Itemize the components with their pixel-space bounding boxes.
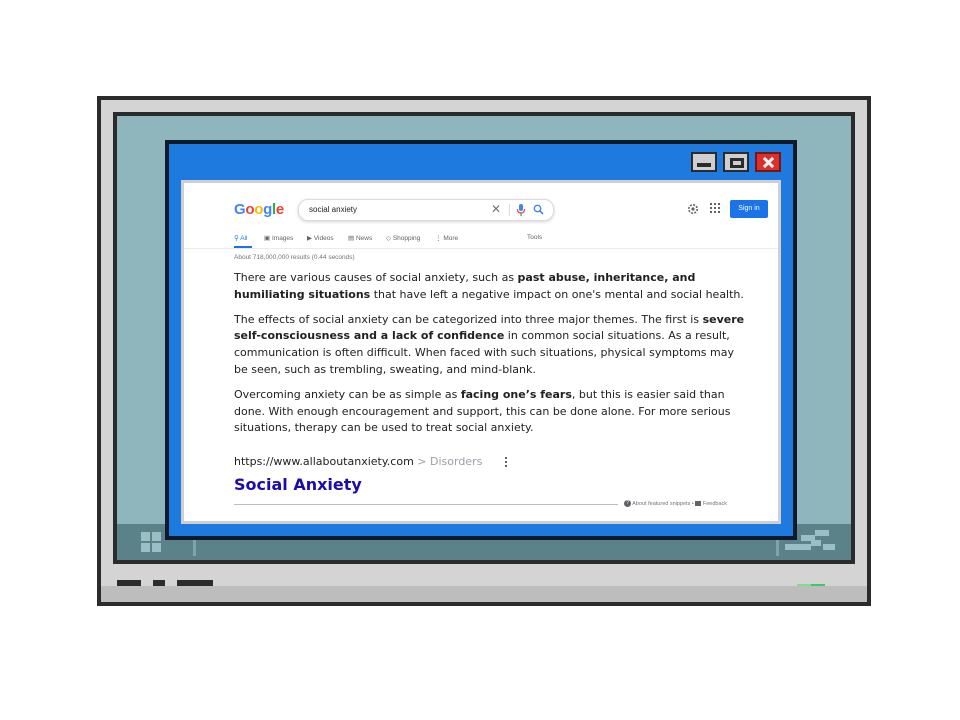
snippet-text: The effects of social anxiety can be cat… [234, 312, 703, 326]
more-vertical-icon: ⋮ [435, 235, 442, 242]
google-logo[interactable]: Google [234, 201, 284, 218]
tab-label: More [443, 235, 459, 242]
snippet-text: There are various causes of social anxie… [234, 271, 518, 284]
snippet-highlight: facing one’s fears [460, 387, 572, 401]
tab-news[interactable]: ▤ News [348, 234, 372, 242]
footer-dot: • [691, 500, 694, 507]
tab-label: Tools [527, 234, 543, 241]
search-icon: ⚲ [234, 235, 239, 242]
bezel-button-3 [177, 580, 213, 592]
tab-label: Shopping [392, 235, 421, 242]
result-url[interactable]: https://www.allaboutanxiety.com > Disord… [234, 455, 482, 468]
search-results-page: Google social anxiety ✕ Sign in ⚲ All ▣ … [181, 180, 781, 524]
tab-label: Videos [313, 235, 334, 242]
microphone-icon[interactable] [516, 204, 526, 216]
maximize-button[interactable] [723, 152, 749, 172]
question-icon: ? [624, 500, 631, 507]
sign-in-button[interactable]: Sign in [730, 200, 768, 218]
searchbox-divider [509, 204, 510, 216]
snippet-text: that have left a negative impact on one'… [370, 287, 744, 301]
browser-window: Google social anxiety ✕ Sign in ⚲ All ▣ … [165, 140, 797, 540]
tab-videos[interactable]: ▶ Videos [307, 234, 334, 242]
result-title-link[interactable]: Social Anxiety [234, 475, 362, 494]
snippet-paragraph-3: Overcoming anxiety can be as simple as f… [234, 387, 746, 437]
video-icon: ▶ [307, 235, 312, 242]
featured-snippet: There are various causes of social anxie… [234, 270, 746, 445]
tabs-divider [184, 248, 778, 249]
tab-images[interactable]: ▣ Images [264, 234, 293, 242]
result-stats: About 718,000,000 results (0.44 seconds) [234, 254, 355, 261]
tab-label: All [240, 235, 248, 242]
tab-shopping[interactable]: ◇ Shopping [386, 234, 420, 242]
feedback-icon [695, 501, 702, 506]
snippet-paragraph-1: There are various causes of social anxie… [234, 270, 746, 304]
snippet-divider [234, 504, 618, 505]
logo-letter: o [254, 201, 264, 218]
news-icon: ▤ [348, 235, 355, 242]
logo-letter: g [263, 201, 272, 218]
tab-tools[interactable]: Tools [527, 234, 542, 241]
logo-letter: G [234, 201, 246, 218]
snippet-paragraph-2: The effects of social anxiety can be cat… [234, 312, 746, 379]
snippet-footer: ? About featured snippets • Feedback [624, 500, 727, 507]
minimize-button[interactable] [691, 152, 717, 172]
tab-label: Images [271, 235, 294, 242]
apps-grid-icon[interactable] [710, 203, 720, 213]
feedback-link[interactable]: Feedback [703, 501, 727, 507]
snippet-text: Overcoming anxiety can be as simple as [234, 387, 461, 401]
start-grid-icon[interactable] [141, 532, 163, 554]
gear-icon[interactable] [687, 203, 699, 215]
close-button[interactable] [755, 152, 781, 172]
url-domain: https://www.allaboutanxiety.com [234, 455, 414, 468]
search-icon[interactable] [533, 204, 544, 215]
about-snippets-link[interactable]: About featured snippets [632, 501, 690, 507]
more-options-icon[interactable] [504, 457, 508, 467]
tab-more[interactable]: ⋮ More [435, 234, 458, 242]
search-input[interactable]: social anxiety ✕ [298, 199, 554, 221]
tag-icon: ◇ [386, 235, 391, 242]
image-icon: ▣ [264, 235, 271, 242]
clear-icon[interactable]: ✕ [491, 202, 501, 216]
bezel-button-1 [117, 580, 141, 592]
tab-all[interactable]: ⚲ All [234, 234, 247, 242]
url-breadcrumb: > Disorders [413, 455, 483, 468]
search-query[interactable]: social anxiety [309, 205, 357, 214]
logo-letter: e [275, 201, 284, 218]
tab-label: News [355, 235, 373, 242]
power-led-icon [797, 584, 825, 596]
bezel-button-2 [153, 580, 165, 592]
logo-letter: o [245, 201, 255, 218]
